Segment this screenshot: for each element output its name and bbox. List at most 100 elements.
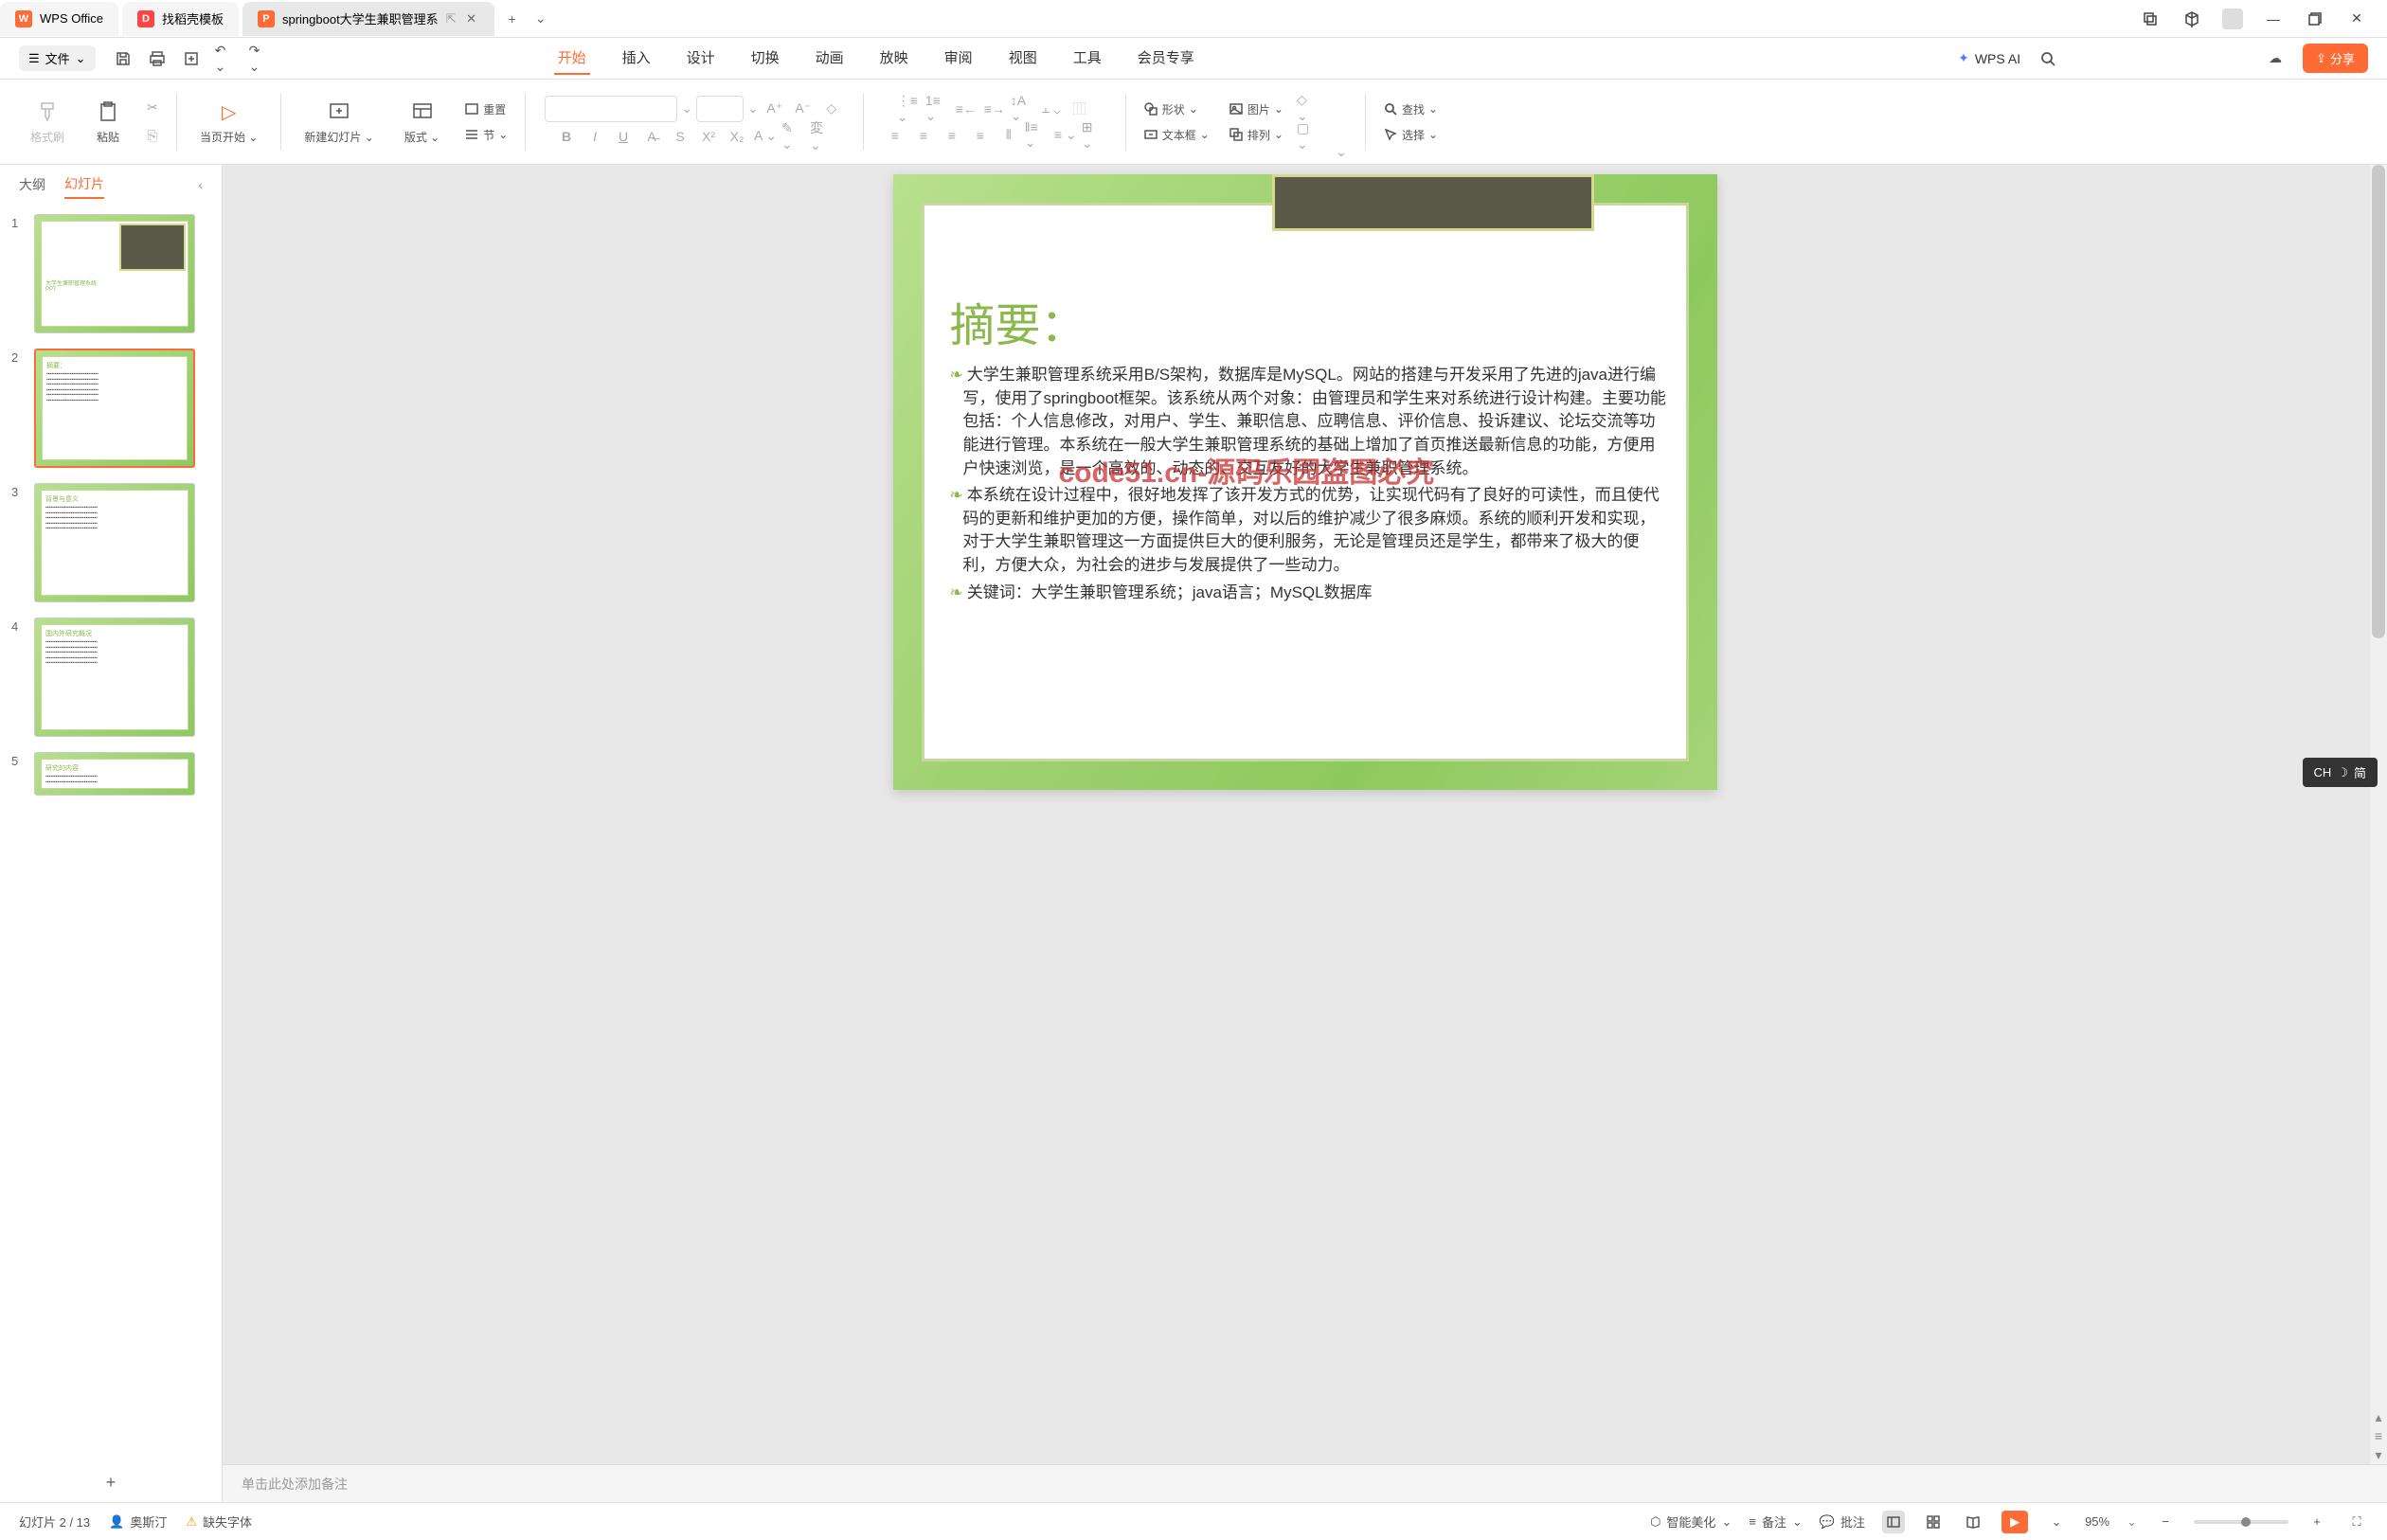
copy-icon[interactable]: ⎘ [140,124,165,149]
scroll-menu-icon[interactable]: ≡ [2370,1426,2387,1445]
font-size-dropdown[interactable] [696,96,744,122]
strikethrough-icon[interactable]: A̶ [639,124,664,149]
sidebar-tab-slides[interactable]: 幻灯片 [64,170,104,199]
smart-beautify-button[interactable]: ⬡ 智能美化 ⌄ [1650,1513,1732,1531]
line-spacing-icon[interactable]: ‖≡ ⌄ [1025,123,1050,148]
tab-transition[interactable]: 切换 [747,42,783,75]
print-icon[interactable] [147,48,168,69]
distribute-icon[interactable]: ⫴ [996,123,1021,148]
save-icon[interactable] [113,48,134,69]
reset-button[interactable]: 重置 [458,98,513,120]
tab-menu-dropdown[interactable]: ⌄ [527,10,555,27]
subscript-icon[interactable]: X₂ [725,124,749,149]
missing-font-warning[interactable]: ⚠ 缺失字体 [186,1513,252,1531]
sorter-view-icon[interactable] [1922,1511,1945,1533]
slide-thumb-1[interactable]: 大学生兼职管理系统PPT [34,214,195,333]
scroll-up-icon[interactable]: ▴ [2370,1407,2387,1426]
file-menu[interactable]: ☰ 文件 ⌄ [19,45,96,71]
slide-thumb-2[interactable]: 摘要：▪▪▪▪▪▪▪▪▪▪▪▪▪▪▪▪▪▪▪▪▪▪▪▪▪▪▪▪▪▪▪▪▪▪▪▪▪… [34,349,195,468]
columns-icon[interactable]: ⿲ [1068,97,1092,121]
tab-design[interactable]: 设计 [683,42,719,75]
zoom-handle[interactable] [2241,1517,2251,1527]
search-icon[interactable] [2037,48,2058,69]
current-page-start-button[interactable]: ▷ 当页开始 ⌄ [196,95,261,149]
zoom-percent[interactable]: 95% [2085,1514,2109,1529]
avatar-icon[interactable] [2222,9,2243,29]
fill-icon[interactable]: ◇ ⌄ [1297,96,1321,120]
undo-icon[interactable]: ↶ ⌄ [215,48,236,69]
bullets-icon[interactable]: ⋮≡ ⌄ [897,97,922,121]
superscript-icon[interactable]: X² [696,124,721,149]
tab-member[interactable]: 会员专享 [1134,42,1198,75]
arrange-button[interactable]: 排列 ⌄ [1223,124,1289,146]
layout-button[interactable]: 版式 ⌄ [401,95,443,149]
find-button[interactable]: 查找 ⌄ [1377,98,1444,120]
expand-icon[interactable]: ⌄ [1329,139,1354,164]
readout-icon[interactable]: ⇱ [446,11,457,27]
font-color-icon[interactable]: A ⌄ [753,124,778,149]
maximize-icon[interactable] [2304,8,2326,30]
numbering-icon[interactable]: 1≡ ⌄ [925,97,950,121]
highlight-icon[interactable]: ✎ ⌄ [781,124,806,149]
align-left-icon[interactable]: ≡ [883,123,907,148]
slide-body[interactable]: ❧大学生兼职管理系统采用B/S架构，数据库是MySQL。网站的搭建与开发采用了先… [950,364,1670,608]
minimize-icon[interactable]: — [2262,8,2285,30]
tab-insert[interactable]: 插入 [619,42,655,75]
slideshow-dropdown-icon[interactable]: ⌄ [2045,1511,2068,1533]
tab-review[interactable]: 审阅 [941,42,977,75]
align-vert-icon[interactable]: ⫠ ⌄ [1039,97,1064,121]
tab-animation[interactable]: 动画 [812,42,848,75]
close-icon[interactable]: ✕ [464,11,479,27]
align-center-icon[interactable]: ≡ [911,123,936,148]
spacing-icon[interactable]: ≡ ⌄ [1053,123,1078,148]
fit-window-icon[interactable]: ⛶ [2345,1511,2368,1533]
author-indicator[interactable]: 👤 奥斯汀 [109,1513,167,1531]
cut-icon[interactable]: ✂ [140,96,165,120]
outline-icon[interactable]: ▢ ⌄ [1297,124,1321,149]
paste-button[interactable]: 粘贴 [91,95,125,149]
sidebar-tab-outline[interactable]: 大纲 [19,171,45,198]
slide-thumb-5[interactable]: 研究的内容▪▪▪▪▪▪▪▪▪▪▪▪▪▪▪▪▪▪▪▪▪▪▪▪▪▪▪▪▪▪▪▪▪▪▪… [34,752,195,796]
tab-wps-office[interactable]: W WPS Office [0,2,118,36]
add-slide-button[interactable]: + [0,1463,222,1502]
scroll-down-icon[interactable]: ▾ [2370,1445,2387,1464]
vertical-scrollbar[interactable]: ▴ ≡ ▾ [2370,165,2387,1464]
slide-thumb-3[interactable]: 背景与意义▪▪▪▪▪▪▪▪▪▪▪▪▪▪▪▪▪▪▪▪▪▪▪▪▪▪▪▪▪▪▪▪▪▪▪… [34,483,195,602]
align-right-icon[interactable]: ≡ [940,123,964,148]
section-button[interactable]: 节 ⌄ [458,124,513,146]
slide-canvas[interactable]: 摘要： ❧大学生兼职管理系统采用B/S架构，数据库是MySQL。网站的搭建与开发… [223,165,2387,1464]
clear-format-icon[interactable]: ◇ [819,97,844,121]
shape-button[interactable]: 形状 ⌄ [1138,98,1215,120]
export-icon[interactable] [181,48,202,69]
increase-indent-icon[interactable]: ≡→ [982,97,1007,121]
redo-icon[interactable]: ↷ ⌄ [249,48,270,69]
share-button[interactable]: ⇪ 分享 [2303,44,2368,73]
para-icon[interactable]: ⊞ ⌄ [1082,123,1106,148]
tab-doke-templates[interactable]: D 找稻壳模板 [122,2,239,36]
new-tab-button[interactable]: + [498,11,527,27]
slide-content[interactable]: 摘要： ❧大学生兼职管理系统采用B/S架构，数据库是MySQL。网站的搭建与开发… [893,174,1717,790]
decrease-font-icon[interactable]: A⁻ [791,97,816,121]
increase-font-icon[interactable]: A⁺ [763,97,787,121]
zoom-in-icon[interactable]: + [2306,1511,2328,1533]
notes-input[interactable]: 单击此处添加备注 [223,1464,2387,1502]
pinyin-icon[interactable]: 変 ⌄ [810,124,835,149]
collapse-sidebar-icon[interactable]: ‹ [198,177,203,192]
reading-view-icon[interactable] [1962,1511,1984,1533]
textbox-button[interactable]: 文本框 ⌄ [1138,124,1215,146]
new-slide-button[interactable]: 新建幻灯片 ⌄ [300,95,377,149]
tab-slideshow[interactable]: 放映 [876,42,912,75]
slide-thumb-4[interactable]: 国内外研究概况▪▪▪▪▪▪▪▪▪▪▪▪▪▪▪▪▪▪▪▪▪▪▪▪▪▪▪▪▪▪▪▪▪… [34,618,195,737]
close-window-icon[interactable]: ✕ [2345,8,2368,30]
tab-tools[interactable]: 工具 [1069,42,1105,75]
cloud-icon[interactable]: ☁ [2265,48,2286,69]
text-direction-icon[interactable]: ↕A ⌄ [1011,97,1035,121]
tab-view[interactable]: 视图 [1005,42,1041,75]
slideshow-play-button[interactable]: ▶ [2001,1511,2028,1533]
slide-counter[interactable]: 幻灯片 2 / 13 [19,1513,90,1531]
bold-icon[interactable]: B [554,124,579,149]
slide-title[interactable]: 摘要： [950,288,1086,354]
zoom-out-icon[interactable]: − [2154,1511,2177,1533]
cube-icon[interactable] [2181,8,2203,30]
image-button[interactable]: 图片 ⌄ [1223,98,1289,120]
